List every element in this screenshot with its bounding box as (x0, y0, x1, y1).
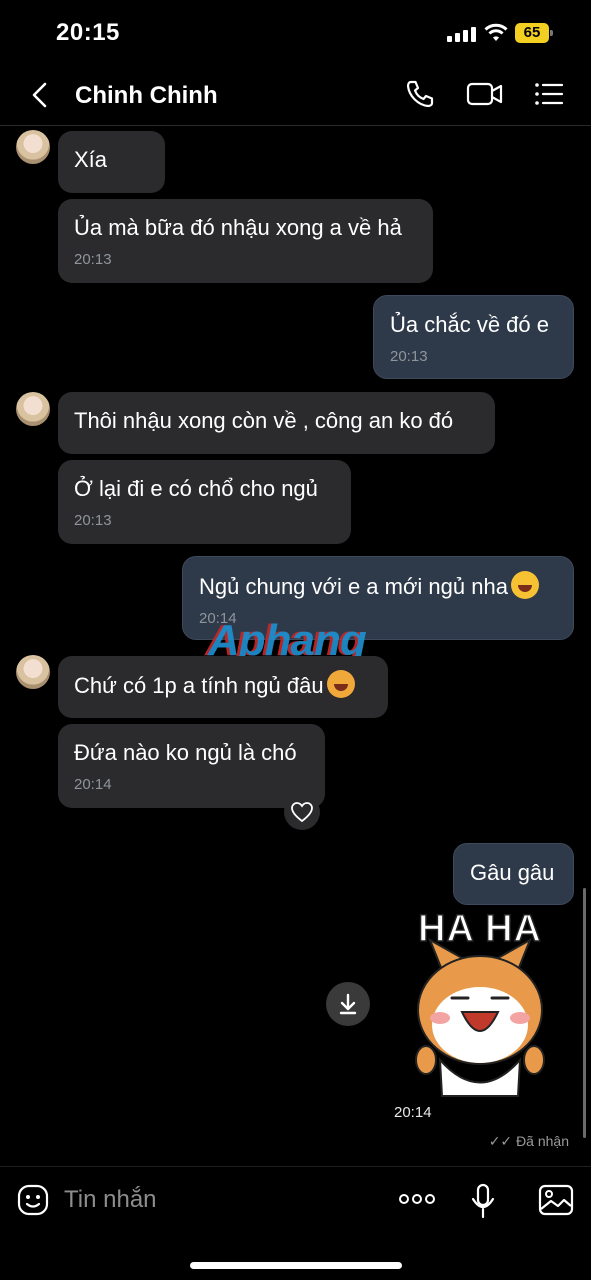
battery-level: 65 (515, 23, 549, 43)
message-outgoing[interactable]: Gâu gâu (453, 843, 574, 905)
sticker-message[interactable]: HA HA (400, 900, 560, 1100)
message-incoming[interactable]: Chứ có 1p a tính ngủ đâu (58, 656, 388, 718)
grinning-emoji-icon (510, 571, 539, 599)
scrollbar-thumb[interactable] (583, 888, 586, 1138)
message-input[interactable] (64, 1186, 364, 1214)
download-icon[interactable] (326, 982, 370, 1026)
message-incoming[interactable]: Ủa mà bữa đó nhậu xong a về hả 20:13 (58, 199, 433, 283)
back-chevron-icon[interactable] (26, 80, 56, 110)
message-text: Chứ có 1p a tính ngủ đâu (74, 673, 324, 698)
wifi-icon (484, 23, 508, 41)
phone-icon[interactable] (404, 78, 436, 110)
shiba-dog-sticker-icon (415, 937, 545, 1097)
message-text: Xía (74, 147, 108, 172)
battery-icon: 65 (515, 23, 553, 43)
contact-avatar[interactable] (16, 130, 50, 164)
home-indicator[interactable] (190, 1262, 402, 1269)
message-incoming[interactable]: Thôi nhậu xong còn về , công an ko đó (58, 392, 495, 454)
message-time: 20:13 (74, 512, 112, 529)
microphone-icon[interactable] (470, 1183, 496, 1219)
laughing-emoji-icon (326, 670, 355, 698)
message-outgoing[interactable]: Ủa chắc về đó e 20:13 (373, 295, 574, 379)
message-time: 20:14 (74, 776, 112, 793)
message-text: Ủa chắc về đó e (390, 312, 549, 337)
message-text: Thôi nhậu xong còn về , công an ko đó (74, 408, 454, 433)
sticker-face-icon[interactable] (16, 1183, 50, 1217)
list-menu-icon[interactable] (533, 78, 565, 110)
contact-name[interactable]: Chinh Chinh (75, 82, 218, 110)
message-time: 20:13 (390, 348, 428, 365)
double-check-icon: ✓✓ (488, 1133, 513, 1149)
message-incoming[interactable]: Xía (58, 131, 165, 193)
delivery-status: ✓✓ Đã nhận (488, 1133, 569, 1149)
message-text: Đứa nào ko ngủ là chó (74, 740, 297, 765)
contact-avatar[interactable] (16, 655, 50, 689)
message-text: Gâu gâu (470, 860, 555, 885)
message-text: Ngủ chung với e a mới ngủ nha (199, 574, 508, 599)
message-incoming[interactable]: Ở lại đi e có chổ cho ngủ 20:13 (58, 460, 351, 544)
cellular-signal-icon (447, 26, 477, 42)
video-camera-icon[interactable] (466, 78, 504, 110)
message-text: Ủa mà bữa đó nhậu xong a về hả (74, 215, 402, 240)
chat-header: Chinh Chinh (0, 62, 591, 126)
status-bar: 20:15 65 (0, 0, 591, 62)
status-time: 20:15 (56, 19, 120, 46)
message-text: Ở lại đi e có chổ cho ngủ (74, 476, 318, 501)
message-time: 20:13 (74, 251, 112, 268)
sticker-time: 20:14 (390, 1102, 436, 1123)
heart-icon[interactable] (284, 794, 320, 830)
contact-avatar[interactable] (16, 392, 50, 426)
more-dots-icon[interactable] (398, 1191, 436, 1207)
message-incoming[interactable]: Đứa nào ko ngủ là chó 20:14 (58, 724, 325, 808)
image-icon[interactable] (538, 1183, 574, 1217)
message-composer (0, 1166, 591, 1236)
